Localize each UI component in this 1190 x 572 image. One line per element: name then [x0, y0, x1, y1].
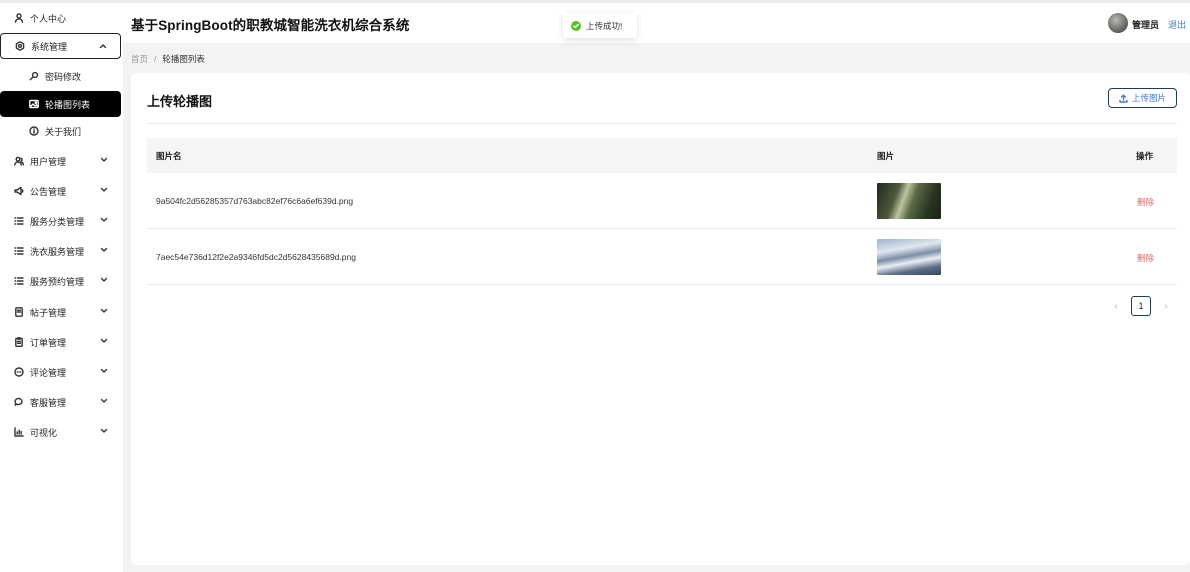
sidebar-item-label: 服务分类管理: [30, 216, 85, 227]
sidebar-item-appointments[interactable]: 服务预约管理: [0, 268, 121, 294]
logout-link[interactable]: 退出: [1168, 18, 1186, 31]
pagination: ‹ 1 ›: [1111, 296, 1171, 316]
page-number[interactable]: 1: [1131, 296, 1151, 316]
sidebar-item-announcements[interactable]: 公告管理: [0, 178, 121, 204]
comment-icon: [12, 365, 26, 379]
forest-light-image[interactable]: [877, 183, 941, 219]
upload-image-button[interactable]: 上传图片: [1108, 88, 1177, 108]
sidebar-item-laundry-services[interactable]: 洗衣服务管理: [0, 238, 121, 264]
sidebar-item-label: 帖子管理: [30, 307, 67, 318]
megaphone-icon: [12, 184, 26, 198]
upload-icon: [1119, 94, 1128, 103]
breadcrumb-current: 轮播图列表: [162, 54, 205, 64]
sidebar-item-label: 公告管理: [30, 186, 67, 197]
sidebar-item-customer-service[interactable]: 客服管理: [0, 389, 121, 415]
app-title: 基于SpringBoot的职教城智能洗衣机综合系统: [131, 18, 410, 33]
chevron-down-icon: [99, 245, 109, 255]
sidebar-item-label: 轮播图列表: [45, 99, 91, 110]
column-header-action: 操作: [1136, 151, 1154, 161]
chevron-down-icon: [99, 306, 109, 316]
chevron-down-icon: [99, 426, 109, 436]
top-header: 基于SpringBoot的职教城智能洗衣机综合系统 管理员 退出: [123, 3, 1190, 43]
check-circle-icon: [571, 20, 581, 31]
page-title: 上传轮播图: [147, 94, 213, 109]
breadcrumb-separator: /: [154, 54, 157, 64]
upload-button-label: 上传图片: [1131, 93, 1166, 103]
breadcrumb-home[interactable]: 首页: [131, 53, 148, 65]
sidebar-item-profile[interactable]: 个人中心: [0, 5, 121, 31]
list-icon: [12, 274, 26, 288]
sidebar-item-comments[interactable]: 评论管理: [0, 359, 121, 385]
chevron-down-icon: [99, 155, 109, 165]
sidebar-item-label: 用户管理: [30, 156, 67, 167]
image-icon: [27, 97, 41, 111]
sidebar-item-label: 关于我们: [45, 126, 82, 137]
sidebar-item-posts[interactable]: 帖子管理: [0, 299, 121, 325]
table-row: 7aec54e736d12f2e2a9346fd5dc2d5628435689d…: [147, 229, 1177, 285]
sidebar-item-service-categories[interactable]: 服务分类管理: [0, 208, 121, 234]
delete-button[interactable]: 删除: [1137, 252, 1154, 264]
prev-page-icon[interactable]: ‹: [1111, 301, 1121, 312]
list-icon: [12, 244, 26, 258]
key-icon: [27, 69, 41, 83]
info-icon: [27, 124, 41, 138]
chevron-down-icon: [99, 336, 109, 346]
sidebar-item-label: 可视化: [30, 427, 58, 438]
users-icon: [12, 154, 26, 168]
user-icon: [12, 11, 26, 25]
image-filename: 7aec54e736d12f2e2a9346fd5dc2d5628435689d…: [156, 252, 356, 262]
sidebar-item-label: 服务预约管理: [30, 276, 85, 287]
chevron-down-icon: [99, 396, 109, 406]
sidebar-item-password[interactable]: 密码修改: [0, 63, 121, 89]
sidebar-item-label: 密码修改: [45, 71, 82, 82]
avatar[interactable]: [1108, 13, 1128, 33]
sidebar-item-about[interactable]: 关于我们: [0, 118, 121, 144]
toast-message: 上传成功!: [586, 20, 623, 31]
sidebar-item-label: 系统管理: [31, 41, 68, 52]
sidebar-item-label: 评论管理: [30, 367, 67, 378]
sidebar-item-label: 洗衣服务管理: [30, 246, 85, 257]
delete-button[interactable]: 删除: [1137, 196, 1154, 208]
snowy-mountain-image[interactable]: [877, 239, 941, 275]
success-toast: 上传成功!: [563, 13, 637, 38]
sidebar-item-label: 订单管理: [30, 337, 67, 348]
sidebar-item-orders[interactable]: 订单管理: [0, 329, 121, 355]
divider: [147, 123, 1177, 124]
chevron-down-icon: [99, 215, 109, 225]
table-header: 图片名 图片 操作: [147, 138, 1177, 173]
user-name[interactable]: 管理员: [1132, 18, 1159, 31]
sidebar-item-users[interactable]: 用户管理: [0, 148, 121, 174]
next-page-icon[interactable]: ›: [1161, 301, 1171, 312]
clipboard-icon: [12, 335, 26, 349]
sidebar-item-label: 个人中心: [30, 13, 67, 24]
chat-icon: [12, 395, 26, 409]
sidebar-item-label: 客服管理: [30, 397, 67, 408]
list-icon: [12, 214, 26, 228]
chevron-down-icon: [99, 275, 109, 285]
sidebar-item-system[interactable]: 系统管理: [0, 33, 121, 59]
column-header-name: 图片名: [156, 151, 182, 161]
chevron-down-icon: [99, 366, 109, 376]
breadcrumb: 首页 / 轮播图列表: [131, 53, 205, 65]
sidebar: 个人中心 系统管理 密码修改 轮播图列表 关于我们 用户管理 公告管理 服务分类…: [0, 3, 123, 572]
sidebar-item-visualization[interactable]: 可视化: [0, 419, 121, 445]
sidebar-item-carousel[interactable]: 轮播图列表: [0, 91, 121, 117]
chevron-down-icon: [99, 185, 109, 195]
main-card: 上传轮播图 上传图片 图片名 图片 操作 9a504fc2d56285357d7…: [131, 73, 1190, 565]
bar-chart-icon: [12, 425, 26, 439]
column-header-image: 图片: [877, 151, 895, 161]
image-filename: 9a504fc2d56285357d763abc82ef76c6a6ef639d…: [156, 196, 354, 206]
chevron-up-icon: [98, 41, 108, 51]
settings-icon: [13, 39, 27, 53]
table-row: 9a504fc2d56285357d763abc82ef76c6a6ef639d…: [147, 173, 1177, 229]
document-icon: [12, 305, 26, 319]
image-table: 图片名 图片 操作 9a504fc2d56285357d763abc82ef76…: [147, 138, 1177, 285]
